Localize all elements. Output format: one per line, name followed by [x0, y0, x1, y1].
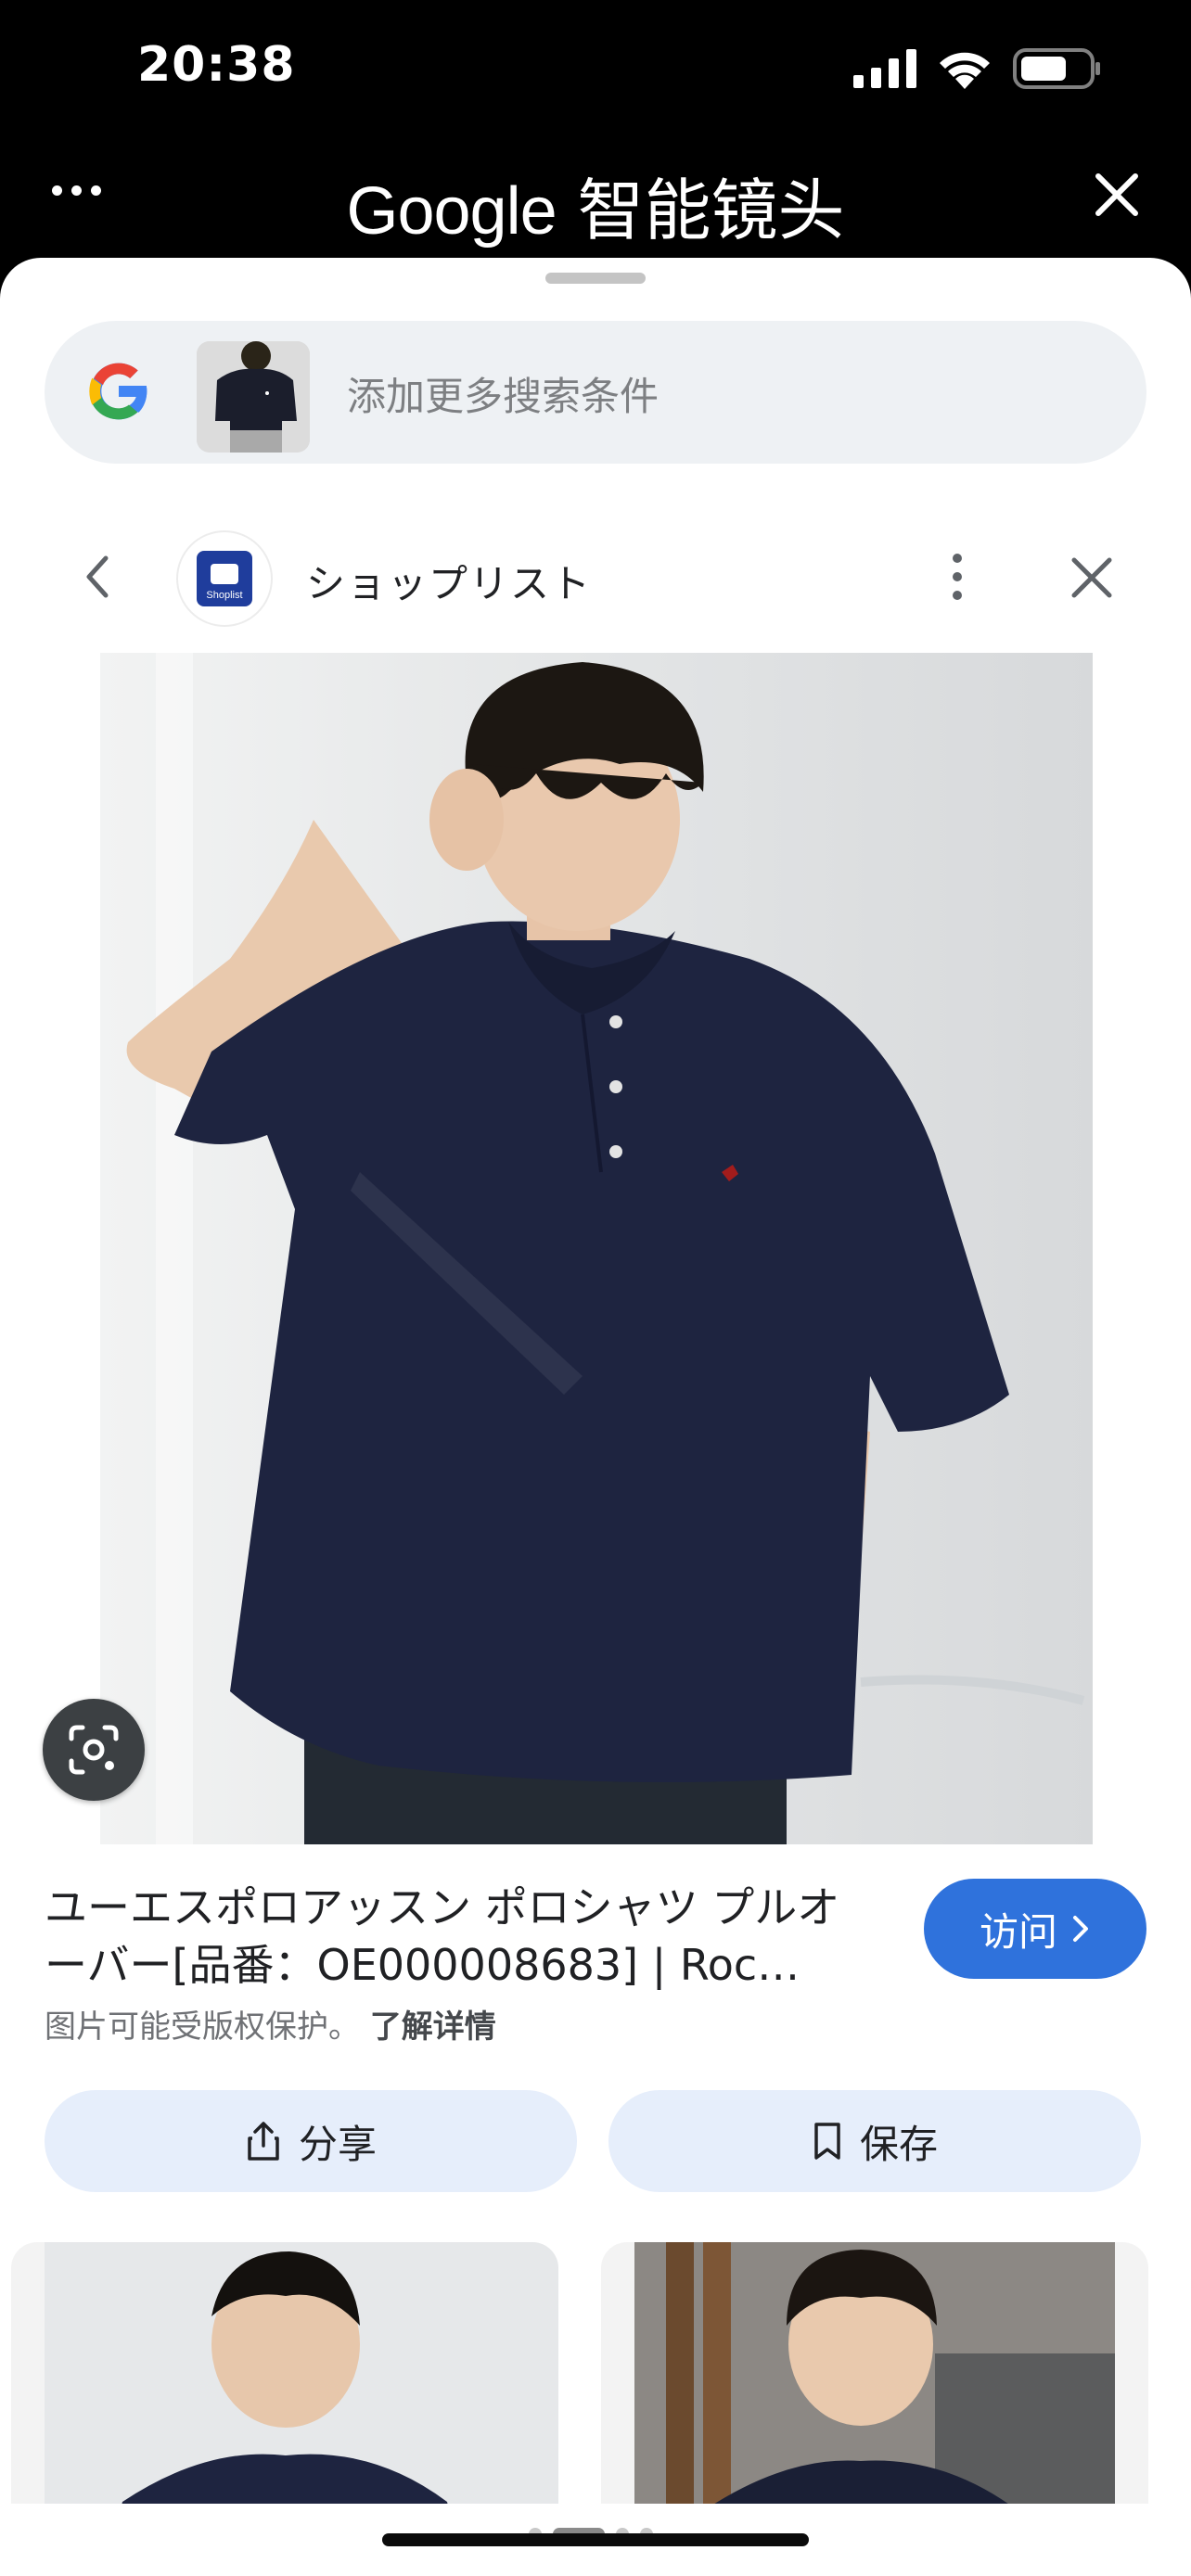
product-image[interactable] — [100, 653, 1093, 1844]
product-photo — [100, 653, 1093, 1844]
share-label: 分享 — [298, 2121, 377, 2167]
site-logo[interactable]: Shoplist — [178, 532, 271, 625]
share-icon — [248, 2122, 279, 2161]
chevron-right-icon — [1073, 1916, 1088, 1942]
home-indicator[interactable] — [382, 2533, 809, 2546]
chevron-left-icon[interactable] — [74, 549, 122, 605]
status-bar: 20:38 — [0, 0, 1191, 139]
status-time: 20:38 — [137, 37, 296, 93]
search-bar[interactable]: 添加更多搜索条件 — [45, 321, 1146, 464]
more-vertical-icon[interactable] — [937, 547, 978, 606]
bookmark-icon — [814, 2123, 840, 2160]
lens-icon — [69, 1725, 119, 1775]
sheet-drag-handle[interactable] — [545, 273, 646, 284]
battery-icon — [1013, 48, 1100, 89]
wifi-icon — [940, 52, 990, 89]
results-sheet[interactable]: 添加更多搜索条件 Shoplist ショップリスト ユーエスポロアッスン ポロシ… — [0, 258, 1191, 2576]
page-title: Google 智能镜头 — [0, 156, 1191, 253]
shopping-bag-icon — [211, 564, 238, 584]
cellular-signal-icon — [853, 49, 916, 88]
source-row: Shoplist ショップリスト — [0, 527, 1191, 629]
search-image-thumbnail[interactable] — [197, 341, 310, 453]
close-icon[interactable] — [1065, 551, 1119, 605]
copyright-notice: 图片可能受版权保护。 了解详情 — [45, 2001, 496, 2047]
header-title-brand: Google — [346, 174, 557, 249]
copyright-text: 图片可能受版权保护。 — [45, 2009, 360, 2046]
google-g-icon — [89, 363, 149, 420]
save-label: 保存 — [859, 2121, 938, 2167]
share-button[interactable]: 分享 — [45, 2090, 577, 2192]
close-icon[interactable] — [1087, 165, 1146, 224]
lens-header: Google 智能镜头 — [0, 139, 1191, 260]
status-icons — [853, 48, 1102, 89]
lens-search-button[interactable] — [43, 1699, 145, 1801]
header-title-text: 智能镜头 — [577, 172, 845, 249]
site-name[interactable]: ショップリスト — [306, 553, 592, 609]
learn-more-link[interactable]: 了解详情 — [370, 2009, 496, 2046]
product-title[interactable]: ユーエスポロアッスン ポロシャツ プルオーバー[品番：OE000008683] … — [45, 1879, 879, 1994]
visit-button[interactable]: 访问 — [924, 1879, 1146, 1979]
search-input[interactable]: 添加更多搜索条件 — [347, 365, 659, 422]
visit-button-label: 访问 — [979, 1908, 1057, 1955]
save-button[interactable]: 保存 — [608, 2090, 1141, 2192]
